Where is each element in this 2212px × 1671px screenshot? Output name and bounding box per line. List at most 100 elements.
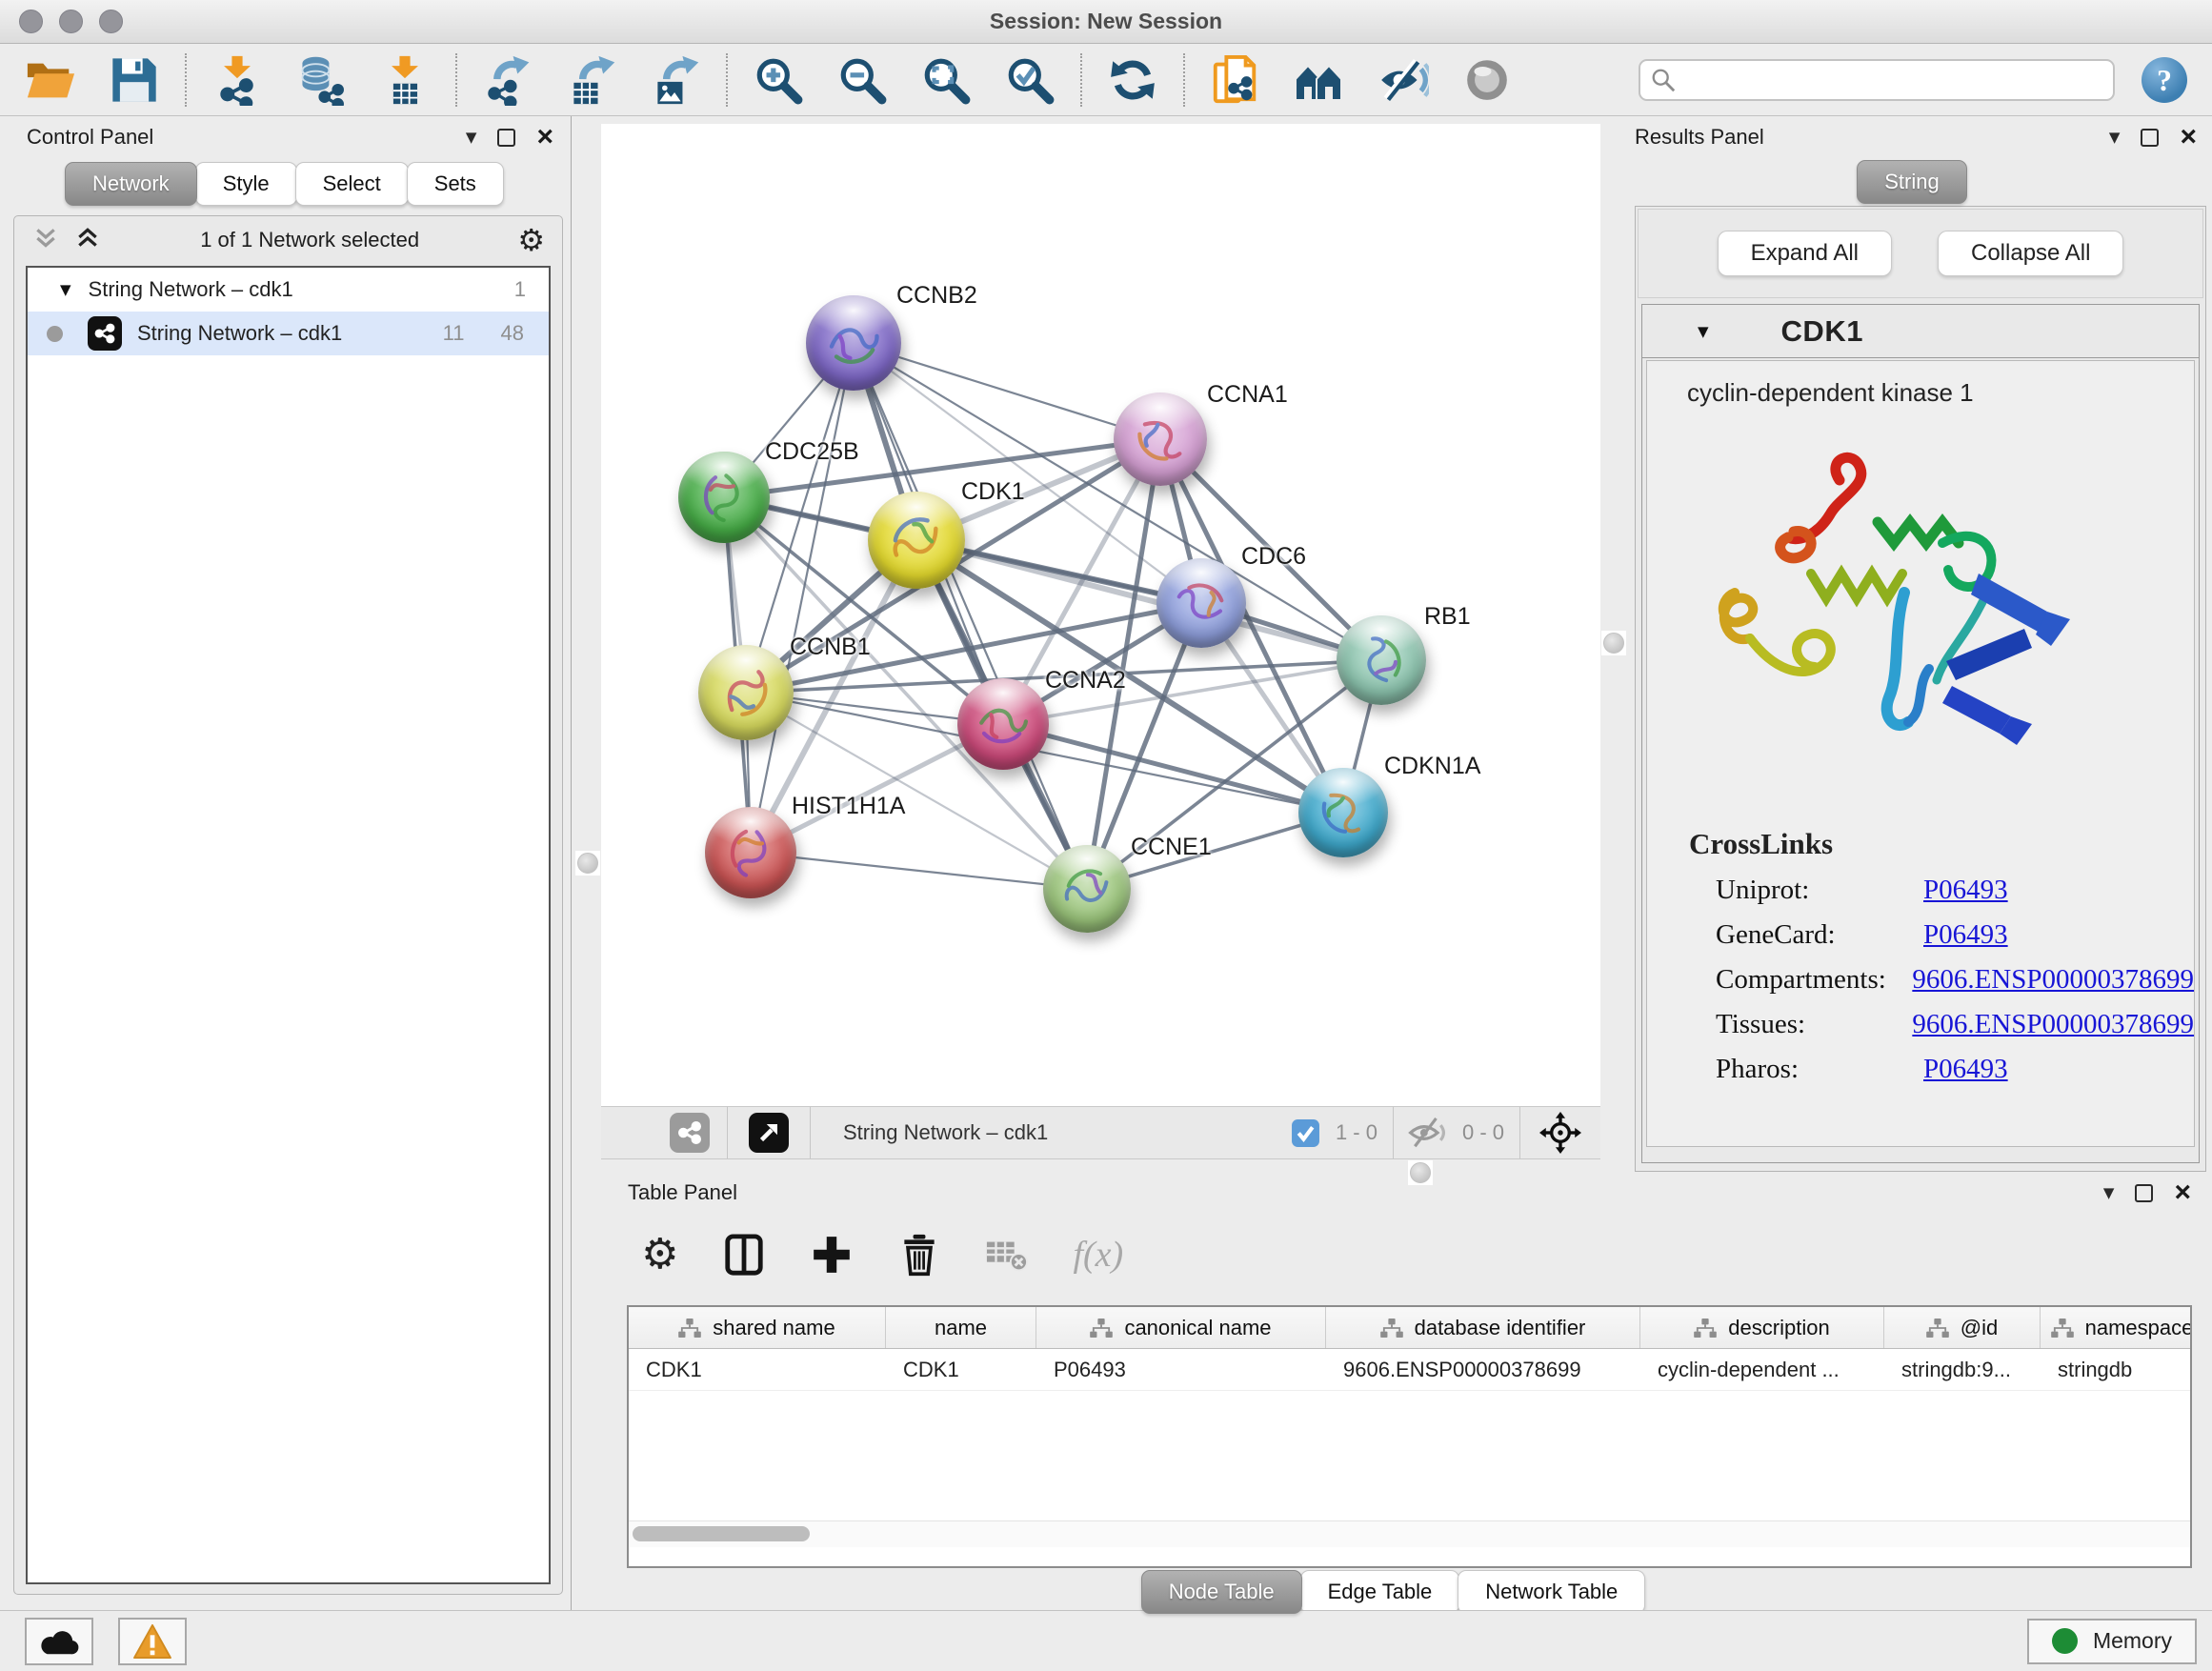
detach-view-icon[interactable] <box>749 1113 789 1153</box>
control-panel-float-icon[interactable] <box>497 129 515 147</box>
crosslink-link[interactable]: P06493 <box>1923 875 2008 906</box>
network-node-rb1[interactable] <box>1337 615 1426 705</box>
import-network-button[interactable] <box>211 54 263 106</box>
horizontal-splitter-handle[interactable] <box>1408 1160 1433 1185</box>
open-session-button[interactable] <box>25 54 76 106</box>
network-edge[interactable] <box>751 343 854 853</box>
gene-section-header[interactable]: ▼ CDK1 <box>1642 305 2199 358</box>
export-network-button[interactable] <box>482 54 533 106</box>
table-cell[interactable]: stringdb <box>2041 1349 2192 1390</box>
memory-button[interactable]: Memory <box>2027 1619 2197 1664</box>
crosslink-link[interactable]: P06493 <box>1923 919 2008 951</box>
zoom-selected-button[interactable] <box>1004 54 1056 106</box>
network-node-ccna1[interactable] <box>1114 393 1207 486</box>
table-cell[interactable]: CDK1 <box>629 1349 886 1390</box>
results-panel-close-icon[interactable]: × <box>2180 128 2197 147</box>
crosslink-link[interactable]: 9606.ENSP00000378699 <box>1912 1009 2194 1040</box>
table-panel-collapse-icon[interactable]: ▼ <box>2103 1184 2115 1201</box>
crosslink-link[interactable]: 9606.ENSP00000378699 <box>1912 964 2194 996</box>
table-options-gear-icon[interactable]: ⚙ <box>641 1234 678 1276</box>
results-panel-collapse-icon[interactable]: ▼ <box>2109 129 2121 146</box>
network-row-selected[interactable]: String Network – cdk1 11 48 <box>28 312 549 355</box>
network-share-icon[interactable] <box>670 1113 710 1153</box>
pan-crosshair-icon[interactable] <box>1539 1112 1581 1154</box>
hidden-eye-icon[interactable] <box>1407 1115 1447 1151</box>
expand-all-button[interactable]: Expand All <box>1718 231 1892 276</box>
network-node-cdk1[interactable] <box>868 492 965 589</box>
selected-checkbox-icon[interactable] <box>1291 1118 1320 1148</box>
column-header-canonical-name[interactable]: canonical name <box>1036 1307 1326 1348</box>
network-node-hist1h1a[interactable] <box>705 807 796 898</box>
sphere-eye-button[interactable] <box>1461 54 1513 106</box>
network-node-cdkn1a[interactable] <box>1298 768 1388 857</box>
table-cell[interactable]: CDK1 <box>886 1349 1036 1390</box>
gene-expander-icon[interactable]: ▼ <box>1698 323 1709 340</box>
hide-selected-eye-button[interactable] <box>1377 54 1429 106</box>
column-header-database-identifier[interactable]: database identifier <box>1326 1307 1640 1348</box>
houses-button[interactable] <box>1294 54 1345 106</box>
import-network-from-database-button[interactable] <box>295 54 347 106</box>
table-cell[interactable]: cyclin-dependent ... <box>1640 1349 1884 1390</box>
column-header--id[interactable]: @id <box>1884 1307 2041 1348</box>
warning-button[interactable] <box>118 1618 187 1665</box>
node-table-data-row[interactable]: CDK1CDK1P064939606.ENSP00000378699cyclin… <box>629 1349 2190 1391</box>
zoom-out-button[interactable] <box>836 54 888 106</box>
table-panel-close-icon[interactable]: × <box>2174 1183 2191 1202</box>
delete-column-icon[interactable] <box>897 1233 941 1277</box>
save-session-button[interactable] <box>109 54 160 106</box>
tab-select[interactable]: Select <box>295 162 409 206</box>
network-edge[interactable] <box>916 540 1381 660</box>
results-panel-float-icon[interactable] <box>2141 129 2159 147</box>
table-cell[interactable]: stringdb:9... <box>1884 1349 2041 1390</box>
tab-string[interactable]: String <box>1857 160 1966 204</box>
table-scrollbar-thumb[interactable] <box>633 1526 810 1541</box>
tab-node-table[interactable]: Node Table <box>1141 1570 1302 1614</box>
collection-expander-icon[interactable]: ▼ <box>60 281 71 298</box>
control-panel-close-icon[interactable]: × <box>536 128 553 147</box>
collapse-all-networks-icon[interactable] <box>31 226 60 255</box>
show-columns-icon[interactable] <box>722 1233 766 1277</box>
tab-sets[interactable]: Sets <box>407 162 504 206</box>
export-image-button[interactable] <box>650 54 701 106</box>
table-cell[interactable]: 9606.ENSP00000378699 <box>1326 1349 1640 1390</box>
column-header-namespace[interactable]: namespace <box>2041 1307 2192 1348</box>
network-options-gear-icon[interactable]: ⚙ <box>517 225 545 255</box>
network-node-ccna2[interactable] <box>957 678 1049 770</box>
birds-eye-grid-icon[interactable] <box>622 1116 656 1150</box>
tab-style[interactable]: Style <box>195 162 297 206</box>
column-header-shared-name[interactable]: shared name <box>629 1307 886 1348</box>
network-node-ccnb1[interactable] <box>698 645 794 740</box>
refresh-view-button[interactable] <box>1107 54 1158 106</box>
tab-network-table[interactable]: Network Table <box>1458 1570 1645 1614</box>
control-panel-collapse-icon[interactable]: ▼ <box>466 129 477 146</box>
zoom-fit-button[interactable] <box>920 54 972 106</box>
tab-network[interactable]: Network <box>65 162 197 206</box>
network-node-ccnb2[interactable] <box>806 295 901 391</box>
network-collection-row[interactable]: ▼ String Network – cdk1 1 <box>28 268 549 312</box>
collapse-all-button[interactable]: Collapse All <box>1938 231 2123 276</box>
add-column-icon[interactable] <box>810 1233 854 1277</box>
table-panel-float-icon[interactable] <box>2135 1184 2153 1202</box>
clone-network-button[interactable] <box>1210 54 1261 106</box>
help-button[interactable]: ? <box>2142 57 2187 103</box>
vertical-splitter-handle-left[interactable] <box>575 851 600 876</box>
table-cell[interactable]: P06493 <box>1036 1349 1326 1390</box>
export-table-button[interactable] <box>566 54 617 106</box>
network-edge[interactable] <box>751 853 1087 889</box>
vertical-splitter-handle-right[interactable] <box>1601 631 1626 655</box>
import-table-button[interactable] <box>379 54 431 106</box>
network-node-cdc6[interactable] <box>1156 558 1246 648</box>
column-header-name[interactable]: name <box>886 1307 1036 1348</box>
network-node-ccne1[interactable] <box>1043 845 1131 933</box>
network-edge[interactable] <box>854 343 1160 439</box>
cloud-button[interactable] <box>25 1618 93 1665</box>
network-view-canvas[interactable]: CCNB2 CCNA1 CDC25B CDK1 CDC6 RB1 CCNB1 <box>601 124 1600 1106</box>
column-header-description[interactable]: description <box>1640 1307 1884 1348</box>
search-icon <box>1650 67 1677 93</box>
search-input[interactable] <box>1639 59 2115 101</box>
crosslink-link[interactable]: P06493 <box>1923 1054 2008 1085</box>
zoom-in-button[interactable] <box>753 54 804 106</box>
tab-edge-table[interactable]: Edge Table <box>1300 1570 1460 1614</box>
network-node-cdc25b[interactable] <box>678 452 770 543</box>
expand-all-networks-icon[interactable] <box>73 226 102 255</box>
